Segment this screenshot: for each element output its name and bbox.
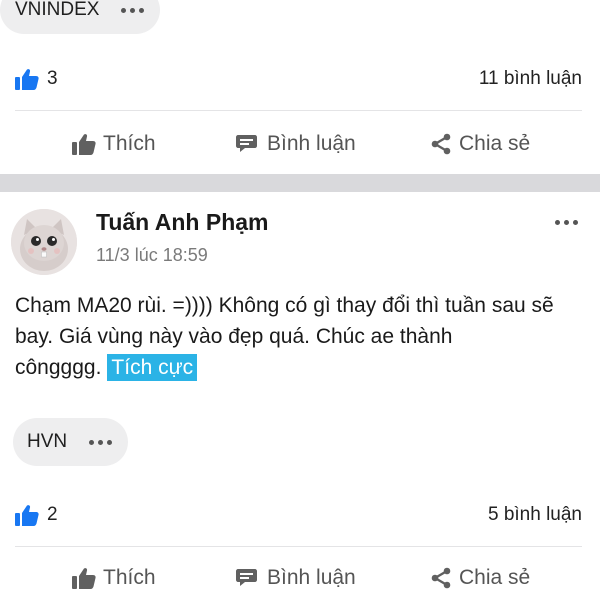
like-button[interactable]: Thích bbox=[72, 132, 156, 156]
comment-count[interactable]: 11 bình luận bbox=[479, 68, 582, 90]
ticker-chip-vnindex[interactable]: VNINDEX bbox=[0, 0, 161, 34]
comment-button[interactable]: Bình luận bbox=[236, 132, 356, 156]
share-icon bbox=[431, 133, 451, 155]
like-number: 3 bbox=[47, 68, 58, 89]
cat-avatar-image bbox=[11, 209, 77, 275]
post-text: Chạm MA20 rùi. =)))) Không có gì thay đổ… bbox=[15, 294, 554, 379]
post-stats: 3 11 bình luận bbox=[15, 64, 582, 94]
divider bbox=[15, 546, 582, 547]
post-timestamp: 11/3 lúc 18:59 bbox=[96, 245, 208, 265]
avatar[interactable] bbox=[11, 209, 77, 275]
comment-label: Bình luận bbox=[267, 566, 356, 589]
like-number: 2 bbox=[47, 504, 58, 525]
sentiment-badge: Tích cực bbox=[107, 354, 198, 381]
divider bbox=[15, 110, 582, 111]
like-count[interactable]: 2 bbox=[15, 504, 58, 526]
thumbs-up-icon bbox=[72, 568, 96, 589]
thumbs-up-icon bbox=[72, 134, 96, 155]
post-actions: Thích Bình luận Chia sẻ bbox=[0, 124, 600, 164]
like-label: Thích bbox=[103, 132, 156, 155]
thumbs-up-icon bbox=[15, 69, 39, 90]
post-separator bbox=[0, 174, 600, 192]
post-stats: 2 5 bình luận bbox=[15, 500, 582, 530]
share-label: Chia sẻ bbox=[459, 566, 531, 589]
more-dots-icon[interactable] bbox=[121, 7, 145, 13]
comment-icon bbox=[236, 569, 257, 586]
ticker-label: HVN bbox=[27, 431, 68, 452]
share-label: Chia sẻ bbox=[459, 132, 531, 155]
post-body: Chạm MA20 rùi. =)))) Không có gì thay đổ… bbox=[15, 290, 585, 383]
author-name[interactable]: Tuấn Anh Phạm bbox=[96, 209, 269, 236]
share-icon bbox=[431, 567, 451, 589]
ticker-label: VNINDEX bbox=[15, 0, 100, 20]
post-actions: Thích Bình luận Chia sẻ bbox=[0, 558, 600, 598]
share-button[interactable]: Chia sẻ bbox=[430, 566, 530, 590]
like-label: Thích bbox=[103, 566, 156, 589]
ticker-chip-hvn[interactable]: HVN bbox=[13, 418, 129, 466]
more-dots-icon[interactable] bbox=[555, 220, 578, 225]
like-count[interactable]: 3 bbox=[15, 68, 58, 90]
like-button[interactable]: Thích bbox=[72, 566, 156, 590]
share-button[interactable]: Chia sẻ bbox=[430, 132, 530, 156]
comment-button[interactable]: Bình luận bbox=[236, 566, 356, 590]
more-dots-icon[interactable] bbox=[89, 439, 113, 445]
comment-count[interactable]: 5 bình luận bbox=[488, 504, 582, 526]
comment-icon bbox=[236, 135, 257, 152]
comment-label: Bình luận bbox=[267, 132, 356, 155]
thumbs-up-icon bbox=[15, 505, 39, 526]
